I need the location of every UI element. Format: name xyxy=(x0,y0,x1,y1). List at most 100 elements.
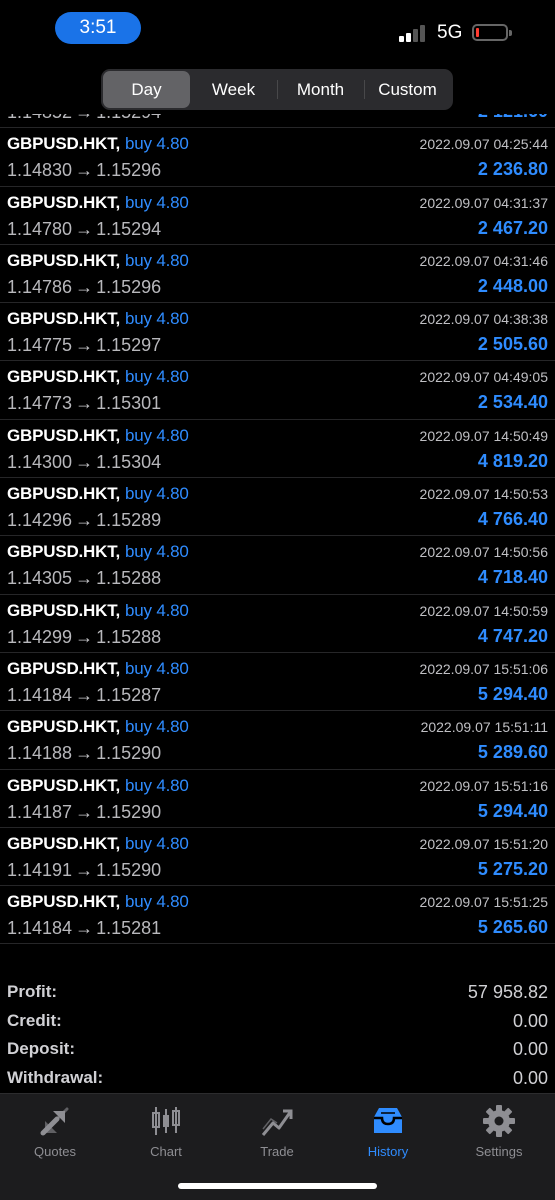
status-bar: 3:51 5G xyxy=(0,0,555,62)
tab-history[interactable]: History xyxy=(338,1102,438,1159)
trade-datetime: 2022.09.07 15:51:20 xyxy=(419,835,548,852)
trade-prices: 1.14773 → 1.15301 xyxy=(7,393,161,414)
trade-row[interactable]: GBPUSD.HKT, buy 4.80 1.14296 → 1.15289 2022.0… xyxy=(0,478,555,537)
tab-settings[interactable]: Settings xyxy=(449,1102,549,1159)
close-price: 1.15290 xyxy=(96,859,162,880)
open-price: 1.14780 xyxy=(7,218,73,239)
symbol-text: GBPUSD.HKT, xyxy=(7,367,121,387)
tab-chart[interactable]: Chart xyxy=(116,1102,216,1159)
cellular-signal-icon xyxy=(399,24,429,42)
trade-side-volume: buy 4.80 xyxy=(125,775,189,795)
trade-row[interactable]: GBPUSD.HKT, buy 4.80 1.14188 → 1.15290 2022.0… xyxy=(0,711,555,770)
tab-label: Trade xyxy=(260,1144,294,1159)
trade-row[interactable]: GBPUSD.HKT, buy 4.80 1.14775 → 1.15297 2022.0… xyxy=(0,303,555,362)
trade-prices: 1.14780 → 1.15294 xyxy=(7,219,161,240)
period-tab-week[interactable]: Week xyxy=(190,71,277,108)
trade-datetime: 2022.09.07 14:50:59 xyxy=(419,602,548,619)
trade-history-list[interactable]: GBPUSD.HKT,buy 4.801.14852→1.152942022.0… xyxy=(0,114,555,973)
open-price: 1.14775 xyxy=(7,335,73,356)
open-price: 1.14191 xyxy=(7,859,73,880)
trade-row[interactable]: GBPUSD.HKT, buy 4.80 1.14780 → 1.15294 2022.0… xyxy=(0,187,555,245)
trade-datetime: 2022.09.07 15:51:06 xyxy=(419,660,548,677)
open-price: 1.14184 xyxy=(7,684,73,705)
period-tab-custom[interactable]: Custom xyxy=(364,71,451,108)
summary-row-credit: Credit: 0.00 xyxy=(0,1011,555,1040)
close-price: 1.15289 xyxy=(96,510,162,531)
trade-row[interactable]: GBPUSD.HKT, buy 4.80 1.14830 → 1.15296 2022.0… xyxy=(0,128,555,187)
summary-label: Credit: xyxy=(7,1010,62,1030)
arrow-right-icon: → xyxy=(75,335,94,356)
trade-row[interactable]: GBPUSD.HKT,buy 4.801.14852→1.152942022.0… xyxy=(0,114,555,129)
symbol-text: GBPUSD.HKT, xyxy=(7,658,121,678)
trade-prices: 1.14184 → 1.15281 xyxy=(7,918,161,939)
trade-side-volume: buy 4.80 xyxy=(125,309,189,329)
close-price: 1.15290 xyxy=(96,743,162,764)
trade-profit: 4 766.40 xyxy=(477,509,548,530)
trade-profit: 2 121.60 xyxy=(478,114,548,122)
close-price: 1.15301 xyxy=(96,393,162,414)
arrow-right-icon: → xyxy=(75,568,94,589)
trade-datetime: 2022.09.07 04:38:38 xyxy=(419,311,548,328)
trade-row[interactable]: GBPUSD.HKT, buy 4.80 1.14300 → 1.15304 2022.0… xyxy=(0,420,555,479)
trade-row[interactable]: GBPUSD.HKT, buy 4.80 1.14187 → 1.15290 2022.0… xyxy=(0,770,555,828)
open-price: 1.14305 xyxy=(7,568,73,589)
trade-side-volume: buy 4.80 xyxy=(125,542,189,562)
symbol-text: GBPUSD.HKT, xyxy=(7,892,121,912)
trade-row[interactable]: GBPUSD.HKT, buy 4.80 1.14184 → 1.15281 2022.0… xyxy=(0,886,555,945)
trade-side-volume: buy 4.80 xyxy=(125,892,189,912)
trade-profit: 5 265.60 xyxy=(477,917,548,938)
status-time[interactable]: 3:51 xyxy=(55,12,141,44)
chart-icon xyxy=(116,1102,216,1140)
symbol-text: GBPUSD.HKT, xyxy=(7,717,121,737)
trade-profit: 4 747.20 xyxy=(477,625,548,646)
trade-row[interactable]: GBPUSD.HKT, buy 4.80 1.14786 → 1.15296 2022.0… xyxy=(0,245,555,304)
open-price: 1.14773 xyxy=(7,393,73,414)
trade-side-volume: buy 4.80 xyxy=(125,367,189,387)
symbol-text: GBPUSD.HKT, xyxy=(7,775,121,795)
close-price: 1.15297 xyxy=(96,335,162,356)
tab-trade[interactable]: Trade xyxy=(227,1102,327,1159)
trade-prices: 1.14188 → 1.15290 xyxy=(7,743,161,764)
symbol-text: GBPUSD.HKT, xyxy=(7,833,121,853)
close-price: 1.15294 xyxy=(96,114,161,122)
symbol-text: GBPUSD.HKT, xyxy=(7,484,121,504)
trade-profit: 2 448.00 xyxy=(477,275,548,296)
arrow-right-icon: → xyxy=(75,114,93,122)
open-price: 1.14300 xyxy=(7,451,73,472)
summary-value: 57 958.82 xyxy=(467,982,548,1002)
close-price: 1.15281 xyxy=(96,918,162,939)
trade-datetime: 2022.09.07 04:31:46 xyxy=(419,252,548,269)
trade-datetime: 2022.09.07 15:51:16 xyxy=(419,777,548,794)
trade-symbol: GBPUSD.HKT, buy 4.80 xyxy=(7,776,189,796)
summary-value: 0.00 xyxy=(512,1067,548,1088)
period-tab-month[interactable]: Month xyxy=(277,71,364,108)
trade-profit: 5 275.20 xyxy=(477,858,548,879)
trade-prices: 1.14305 → 1.15288 xyxy=(7,568,161,589)
trade-row[interactable]: GBPUSD.HKT, buy 4.80 1.14305 → 1.15288 2022.0… xyxy=(0,536,555,595)
trade-row[interactable]: GBPUSD.HKT, buy 4.80 1.14299 → 1.15288 2022.0… xyxy=(0,595,555,653)
arrow-right-icon: → xyxy=(75,918,94,939)
summary-label: Profit: xyxy=(7,982,58,1001)
arrow-right-icon: → xyxy=(75,859,94,880)
trade-prices: 1.14852→1.15294 xyxy=(7,114,161,123)
tab-label: Settings xyxy=(475,1144,523,1159)
close-price: 1.15288 xyxy=(96,568,162,589)
trade-row[interactable]: GBPUSD.HKT, buy 4.80 1.14773 → 1.15301 2022.0… xyxy=(0,361,555,420)
arrow-right-icon: → xyxy=(75,510,94,531)
home-indicator[interactable] xyxy=(178,1183,377,1189)
trade-profit: 4 819.20 xyxy=(477,450,548,471)
open-price: 1.14184 xyxy=(7,918,73,939)
period-tab-day[interactable]: Day xyxy=(103,71,190,108)
symbol-text: GBPUSD.HKT, xyxy=(7,542,121,562)
trade-row[interactable]: GBPUSD.HKT, buy 4.80 1.14191 → 1.15290 2022.0… xyxy=(0,828,555,887)
tab-quotes[interactable]: Quotes xyxy=(5,1102,105,1159)
open-price: 1.14786 xyxy=(7,276,73,297)
trade-profit: 5 294.40 xyxy=(477,800,548,821)
trade-side-volume: buy 4.80 xyxy=(125,192,189,212)
trade-row[interactable]: GBPUSD.HKT, buy 4.80 1.14184 → 1.15287 2022.0… xyxy=(0,653,555,712)
trade-profit: 5 289.60 xyxy=(477,742,548,763)
trade-datetime: 2022.09.07 15:51:25 xyxy=(419,894,548,911)
open-price: 1.14299 xyxy=(7,626,73,647)
open-price: 1.14852 xyxy=(7,114,72,122)
trade-profit: 2 505.60 xyxy=(477,334,548,355)
